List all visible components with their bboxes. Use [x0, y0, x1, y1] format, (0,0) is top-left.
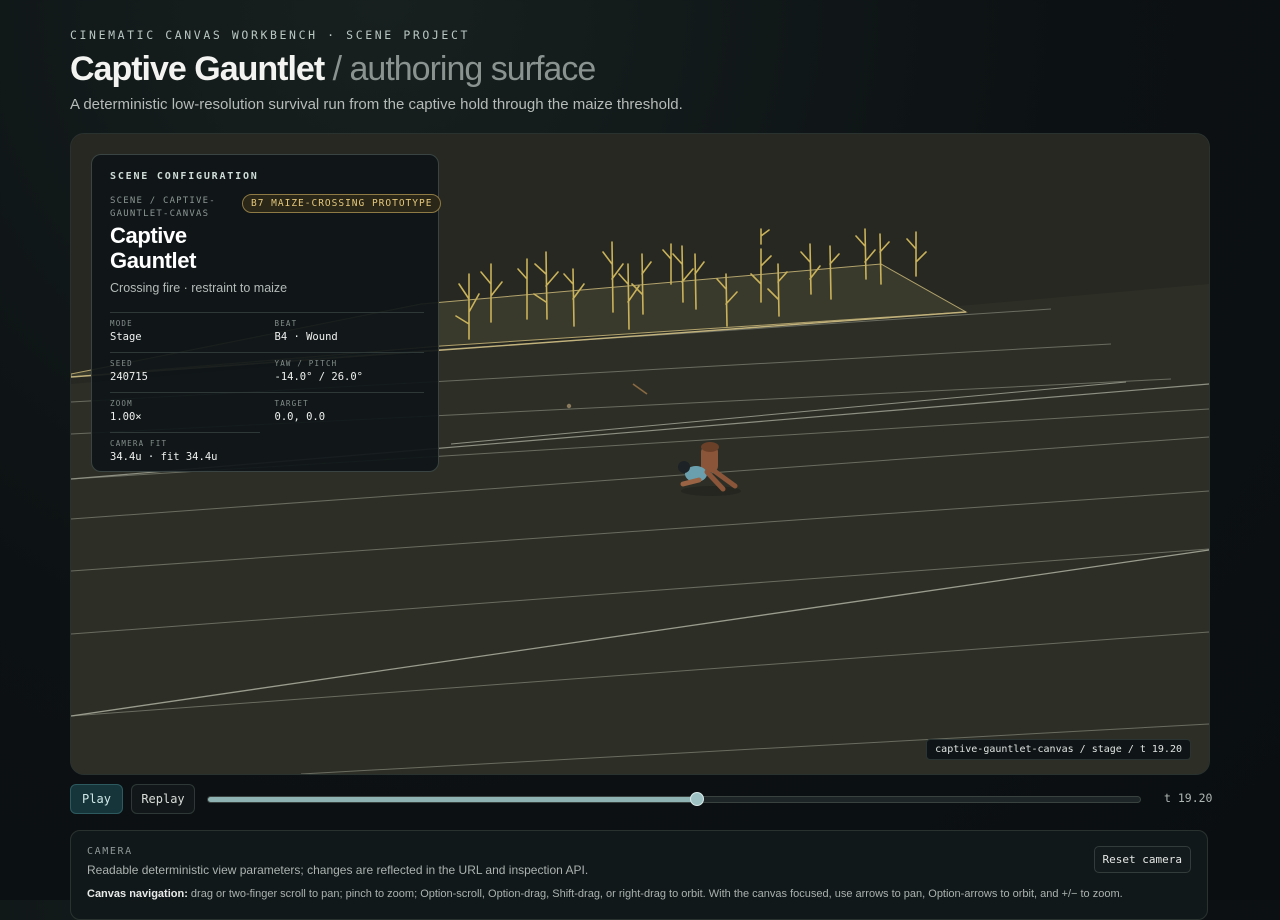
field-seed: SEED 240715: [110, 353, 260, 392]
page-subtitle: A deterministic low-resolution survival …: [70, 96, 683, 113]
field-target: TARGET 0.0, 0.0: [275, 393, 425, 432]
field-value: 34.4u · fit 34.4u: [110, 451, 218, 463]
timeline-thumb[interactable]: [690, 792, 705, 806]
title-main: Captive Gauntlet: [70, 50, 325, 88]
scene-config-heading: SCENE CONFIGURATION: [110, 171, 259, 182]
field-label: SEED: [110, 359, 133, 368]
scene-canvas[interactable]: SCENE CONFIGURATION SCENE / CAPTIVE-GAUN…: [70, 133, 1210, 775]
field-zoom: ZOOM 1.00×: [110, 393, 260, 432]
scene-path: SCENE / CAPTIVE-GAUNTLET-CANVAS: [110, 196, 216, 219]
stage-status-tag: captive-gauntlet-canvas / stage / t 19.2…: [926, 739, 1191, 760]
timeline-progress: [208, 797, 698, 802]
canvas-navigation-help: Canvas navigation: drag or two-finger sc…: [87, 888, 1123, 900]
field-value: 1.00×: [110, 411, 142, 423]
field-value: Stage: [110, 331, 142, 343]
config-row: SEED 240715 YAW / PITCH -14.0° / 26.0°: [110, 352, 424, 392]
camera-panel: CAMERA Readable deterministic view param…: [70, 830, 1208, 920]
replay-button[interactable]: Replay: [131, 784, 195, 814]
field-yaw-pitch: YAW / PITCH -14.0° / 26.0°: [275, 353, 425, 392]
prototype-badge: B7 MAIZE-CROSSING PROTOTYPE: [242, 194, 442, 213]
time-readout: t 19.20: [1164, 791, 1213, 805]
config-row: MODE Stage BEAT B4 · Wound: [110, 312, 424, 352]
timeline-slider[interactable]: [207, 792, 1141, 806]
scene-config-fields: MODE Stage BEAT B4 · Wound SEED 240715 Y…: [110, 312, 424, 472]
scene-name: Captive Gauntlet: [110, 223, 197, 273]
play-button[interactable]: Play: [70, 784, 123, 814]
scene-description: Crossing fire · restraint to maize: [110, 281, 288, 295]
canvas-navigation-label: Canvas navigation:: [87, 888, 188, 900]
field-label: CAMERA FIT: [110, 439, 168, 448]
field-label: MODE: [110, 319, 133, 328]
reset-camera-button[interactable]: Reset camera: [1093, 846, 1191, 873]
field-beat: BEAT B4 · Wound: [275, 313, 425, 352]
canvas-navigation-text: drag or two-finger scroll to pan; pinch …: [187, 888, 1123, 900]
field-label: ZOOM: [110, 399, 133, 408]
camera-heading: CAMERA: [87, 846, 133, 857]
page-eyebrow: CINEMATIC CANVAS WORKBENCH · SCENE PROJE…: [70, 28, 470, 42]
field-label: BEAT: [274, 319, 298, 328]
debris-stone: [566, 403, 572, 409]
camera-description: Readable deterministic view parameters; …: [87, 863, 589, 877]
field-mode: MODE Stage: [110, 313, 260, 352]
field-label: YAW / PITCH: [274, 359, 338, 368]
page-title: Captive Gauntlet / authoring surface: [70, 50, 597, 89]
title-suffix: / authoring surface: [324, 50, 597, 88]
field-value: -14.0° / 26.0°: [274, 371, 364, 383]
config-row: CAMERA FIT 34.4u · fit 34.4u: [110, 432, 260, 472]
field-label: TARGET: [274, 399, 309, 408]
field-value: 0.0, 0.0: [274, 411, 326, 423]
field-camera-fit: CAMERA FIT 34.4u · fit 34.4u: [110, 433, 260, 472]
scene-config-panel: SCENE CONFIGURATION SCENE / CAPTIVE-GAUN…: [91, 154, 442, 472]
field-value: B4 · Wound: [274, 331, 338, 343]
config-row: ZOOM 1.00× TARGET 0.0, 0.0: [110, 392, 424, 432]
field-value: 240715: [110, 371, 148, 383]
